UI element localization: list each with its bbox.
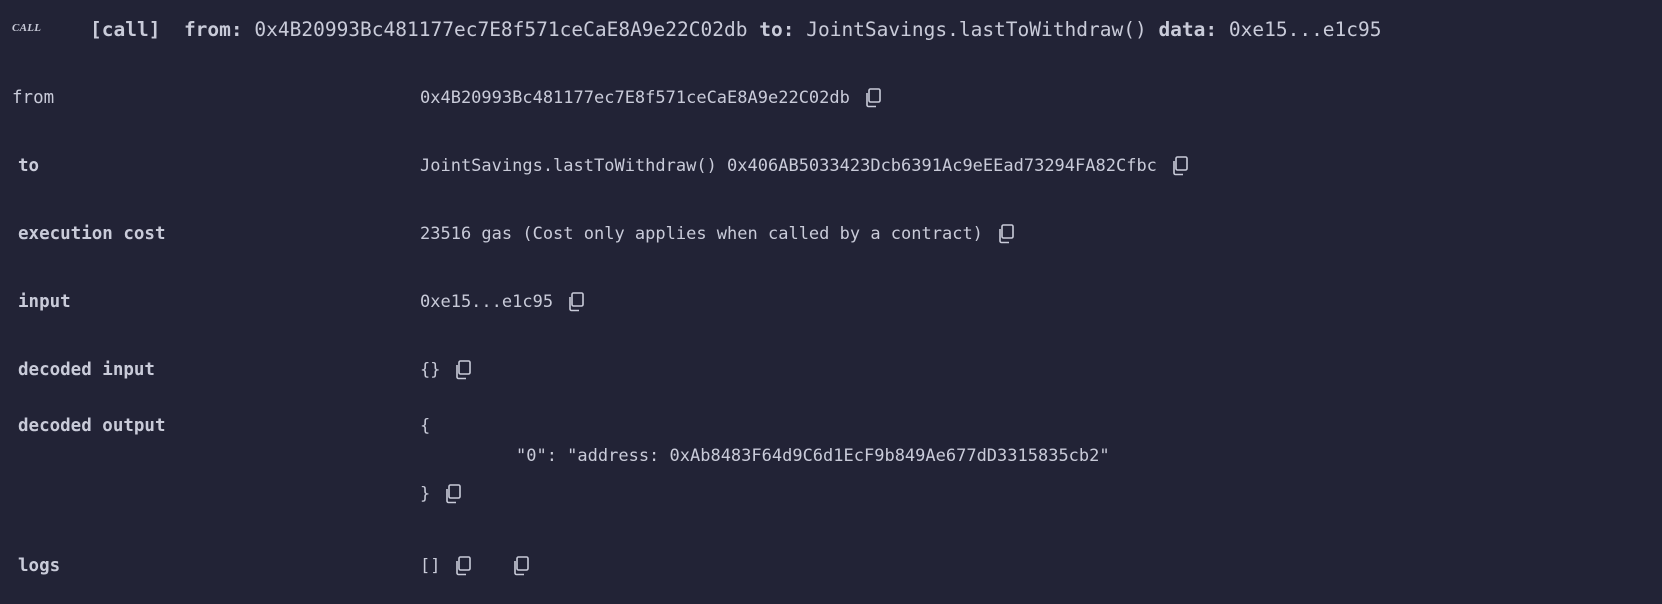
decoded-input-value: {}	[420, 360, 441, 380]
header-summary: [call] from: 0x4B20993Bc481177ec7E8f571c…	[90, 17, 1382, 43]
copy-icon[interactable]	[454, 556, 472, 576]
copy-icon[interactable]	[444, 484, 462, 504]
row-label-to: to	[18, 156, 40, 176]
copy-icon[interactable]	[454, 360, 472, 380]
header-from-label: from:	[183, 18, 243, 41]
to-value: JointSavings.lastToWithdraw() 0x406AB503…	[420, 156, 1157, 176]
row-value-from: 0x4B20993Bc481177ec7E8f571ceCaE8A9e22C02…	[420, 88, 882, 108]
row-label-decoded-input: decoded input	[18, 360, 155, 380]
row-value-to: JointSavings.lastToWithdraw() 0x406AB503…	[420, 156, 1189, 176]
row-label-logs: logs	[18, 556, 61, 576]
copy-icon[interactable]	[864, 88, 882, 108]
transaction-header[interactable]: CALL [call] from: 0x4B20993Bc481177ec7E8…	[0, 0, 1662, 60]
decoded-output-close: }	[420, 484, 431, 504]
row-value-execution-cost: 23516 gas (Cost only applies when called…	[420, 224, 1015, 244]
call-tag: CALL	[12, 22, 42, 34]
row-value-logs: []	[420, 556, 530, 576]
copy-icon[interactable]	[997, 224, 1015, 244]
header-to-value: JointSavings.lastToWithdraw()	[806, 18, 1147, 41]
copy-icon[interactable]	[1171, 156, 1189, 176]
decoded-output-close-row: }	[420, 484, 462, 504]
logs-value: []	[420, 556, 441, 576]
call-kind: [call]	[90, 18, 161, 41]
header-data-label: data:	[1158, 18, 1218, 41]
input-value: 0xe15...e1c95	[420, 292, 554, 312]
row-value-input: 0xe15...e1c95	[420, 292, 585, 312]
row-value-decoded-input: {}	[420, 360, 472, 380]
copy-icon[interactable]	[567, 292, 585, 312]
execution-cost-value: 23516 gas (Cost only applies when called…	[420, 224, 983, 244]
row-label-input: input	[18, 292, 71, 312]
header-from-value: 0x4B20993Bc481177ec7E8f571ceCaE8A9e22C02…	[254, 18, 748, 41]
header-to-label: to:	[759, 18, 795, 41]
row-label-from: from	[12, 88, 55, 108]
row-label-execution-cost: execution cost	[18, 224, 166, 244]
copy-icon[interactable]	[512, 556, 530, 576]
header-data-value: 0xe15...e1c95	[1228, 18, 1382, 41]
from-address: 0x4B20993Bc481177ec7E8f571ceCaE8A9e22C02…	[420, 88, 850, 108]
decoded-output-entry: "0": "address: 0xAb8483F64d9C6d1EcF9b849…	[516, 446, 1110, 466]
row-label-decoded-output: decoded output	[18, 416, 166, 436]
decoded-output-open: {	[420, 416, 431, 436]
